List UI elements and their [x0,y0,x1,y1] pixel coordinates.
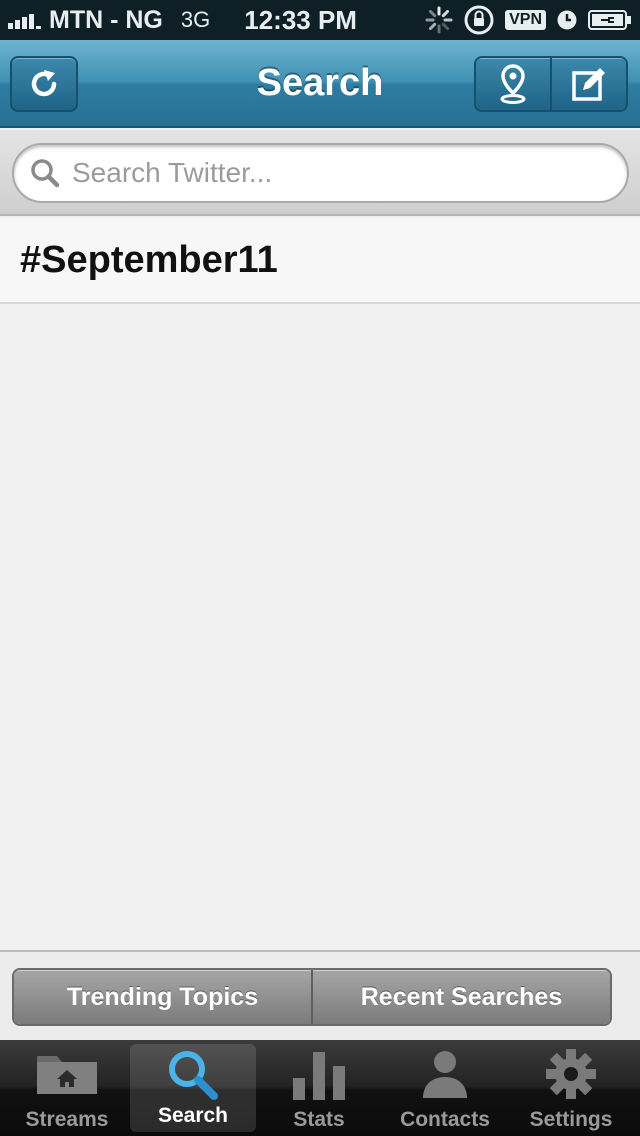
rotation-lock-icon [464,5,494,35]
gear-icon [546,1049,596,1099]
tab-search[interactable]: Search [130,1044,256,1132]
tab-settings[interactable]: Settings [508,1040,634,1136]
tab-contacts[interactable]: Contacts [382,1040,508,1136]
alarm-clock-icon [557,10,577,30]
vpn-badge: VPN [505,10,546,30]
person-icon [423,1051,467,1098]
search-bar [0,130,640,216]
tab-label: Streams [25,1108,109,1131]
carrier-name: MTN - NG [49,5,163,34]
location-pin-icon [500,64,526,104]
compose-button[interactable] [550,58,626,110]
navigation-bar: Search [0,40,640,128]
signal-strength-icon [8,11,41,29]
tab-label: Stats [293,1108,345,1131]
tab-label: Settings [529,1108,613,1131]
refresh-button[interactable] [10,56,78,112]
search-icon [31,159,60,188]
tab-label: Contacts [400,1108,490,1131]
network-type: 3G [180,7,211,32]
clock: 12:33 PM [244,4,357,35]
filter-toolbar: Trending Topics Recent Searches [0,950,640,1040]
trending-topics-button[interactable]: Trending Topics [14,970,311,1024]
nearby-location-button[interactable] [476,58,550,110]
tab-stats[interactable]: Stats [256,1040,382,1136]
list-item[interactable]: #September11 [0,218,640,304]
nav-action-group [474,56,628,112]
bar-chart-icon [293,1052,345,1100]
tab-bar: Streams Search Stats Contacts Settings [0,1040,640,1136]
search-filter-segmented-control: Trending Topics Recent Searches [12,968,612,1026]
house-folder-icon [37,1056,97,1094]
tab-streams[interactable]: Streams [4,1040,130,1136]
activity-spinner-icon [425,6,453,34]
search-input[interactable] [72,157,592,189]
search-field-container[interactable] [12,143,629,203]
status-bar: MTN - NG 3G 12:33 PM VPN [0,0,640,40]
magnifier-icon [169,1051,218,1100]
search-results-list: #September11 [0,218,640,304]
tab-label: Search [157,1104,229,1127]
list-item-label: #September11 [20,238,278,281]
refresh-icon [31,70,57,97]
battery-charging-icon [588,10,631,30]
recent-searches-button[interactable]: Recent Searches [311,970,610,1024]
compose-icon [572,68,605,101]
